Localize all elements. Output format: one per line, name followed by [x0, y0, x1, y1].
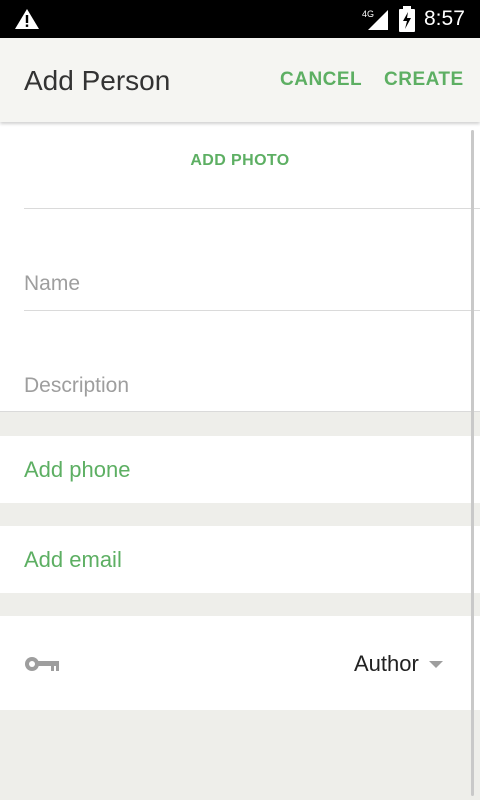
status-time: 8:57	[424, 7, 465, 30]
name-divider	[24, 310, 480, 311]
form-content: ADD PHOTO Add phone Add email Author	[0, 122, 480, 800]
add-photo-button[interactable]: ADD PHOTO	[0, 152, 480, 170]
key-icon	[25, 657, 59, 671]
identity-section: ADD PHOTO	[0, 122, 480, 412]
alert-icon	[15, 9, 39, 29]
description-input[interactable]	[24, 366, 480, 406]
chevron-down-icon	[428, 661, 443, 668]
battery-charging-icon	[399, 6, 415, 32]
page-title: Add Person	[24, 65, 171, 96]
add-email-button[interactable]: Add email	[24, 547, 122, 573]
role-dropdown[interactable]: Author	[354, 650, 443, 678]
signal-icon: 4G	[362, 9, 388, 30]
app-bar: Add Person CANCEL CREATE	[0, 38, 480, 122]
cancel-button[interactable]: CANCEL	[280, 68, 362, 92]
description-divider	[0, 411, 480, 412]
status-bar: 4G 8:57	[0, 0, 480, 38]
scrollbar[interactable]	[471, 130, 474, 796]
email-section: Add email	[0, 526, 480, 593]
photo-divider	[24, 208, 480, 209]
role-selected-value: Author	[354, 651, 419, 676]
add-phone-button[interactable]: Add phone	[24, 457, 130, 483]
role-section: Author	[0, 616, 480, 710]
create-button[interactable]: CREATE	[384, 68, 464, 92]
network-label: 4G	[362, 9, 374, 19]
name-input[interactable]	[24, 264, 480, 304]
phone-section: Add phone	[0, 436, 480, 503]
